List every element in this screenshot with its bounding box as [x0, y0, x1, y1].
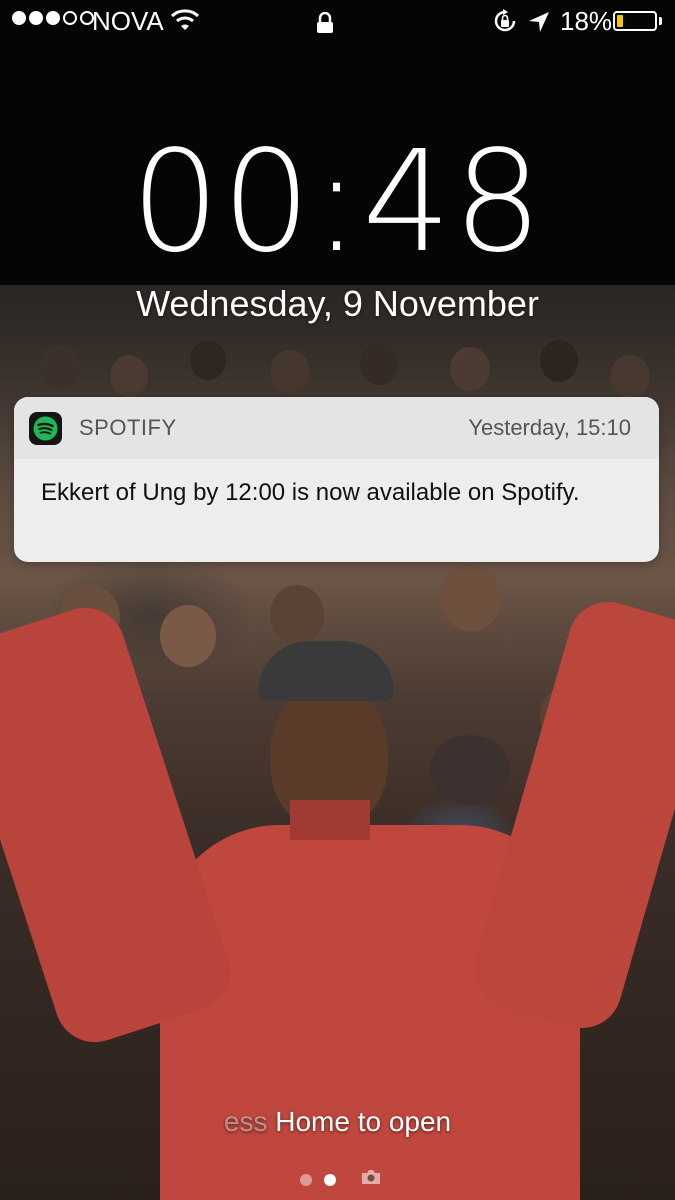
lock-date: Wednesday, 9 November [136, 283, 539, 324]
spotify-notification[interactable]: SPOTIFY Yesterday, 15:10 Ekkert of Ung b… [14, 397, 659, 562]
notification-message: Ekkert of Ung by 12:00 is now available … [41, 479, 580, 506]
notification-timestamp: Yesterday, 15:10 [468, 415, 631, 440]
wifi-icon [170, 8, 200, 39]
battery-percent: 18% [560, 6, 613, 36]
lock-clock: 00:48 [130, 121, 545, 284]
padlock-icon [316, 10, 334, 41]
spotify-icon [29, 412, 62, 445]
notification-header: SPOTIFY Yesterday, 15:10 [14, 397, 659, 459]
camera-icon[interactable] [360, 1168, 382, 1191]
page-dot[interactable] [300, 1174, 312, 1186]
page-indicator[interactable] [300, 1174, 336, 1186]
signal-dots-icon [12, 11, 94, 25]
page-dot-current[interactable] [324, 1174, 336, 1186]
status-bar: NOVA 18% [0, 0, 675, 44]
home-hint-text: Home to open [275, 1106, 452, 1137]
home-hint-faded: ess [223, 1106, 268, 1137]
carrier-name: NOVA [92, 6, 164, 36]
lock-screen: NOVA 18% 00:48 Wednesday, 9 November SPO… [0, 0, 675, 1200]
notification-app-name: SPOTIFY [79, 415, 177, 440]
rotation-lock-icon [492, 8, 518, 41]
home-hint: ess Home to open [0, 1106, 675, 1138]
battery-icon [613, 11, 657, 31]
location-arrow-icon [528, 9, 550, 40]
